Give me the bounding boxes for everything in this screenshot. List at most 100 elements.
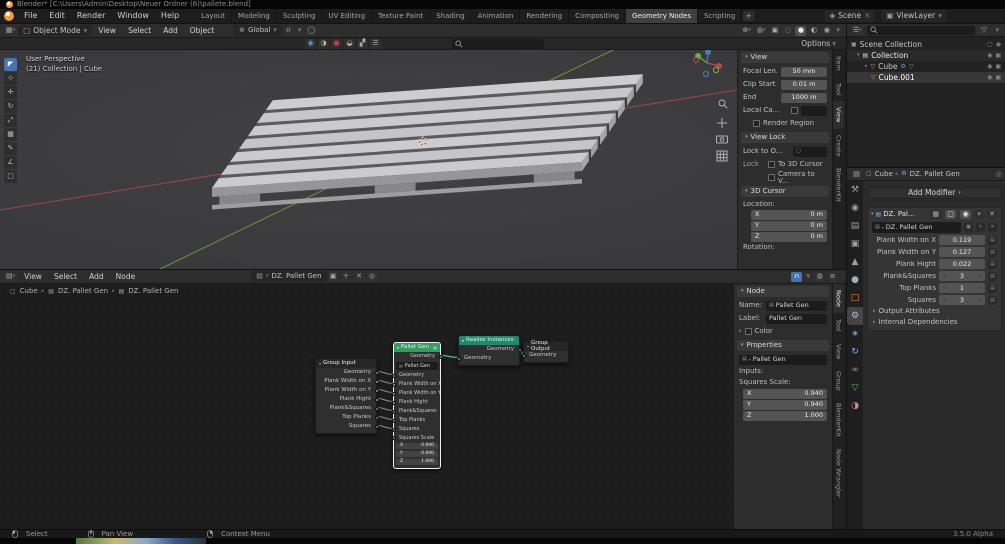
hide-eye-icon[interactable]: ◉ bbox=[987, 52, 992, 59]
viewlayer-tab-icon[interactable]: ▣ bbox=[847, 235, 863, 253]
increment-arrow-icon[interactable]: ▸ bbox=[978, 285, 981, 291]
local-camera-field[interactable] bbox=[801, 105, 827, 116]
decrement-arrow-icon[interactable]: ◂ bbox=[943, 297, 946, 303]
fake-user-shield-icon[interactable]: ▣ bbox=[964, 223, 973, 232]
param-plank-hight-field[interactable]: 0.022 bbox=[939, 259, 985, 269]
material-tab-icon[interactable]: ◑ bbox=[847, 397, 863, 415]
show-overlays-toggle[interactable]: ◍ ▾ bbox=[754, 25, 768, 36]
editor-type-icon[interactable]: ▤ ▾ bbox=[4, 271, 18, 282]
color-checkbox[interactable] bbox=[744, 328, 752, 335]
node-canvas[interactable]: ▢ Cube ▸ ▤ DZ. Pallet Gen ▸ ▤ DZ. Pallet… bbox=[0, 284, 846, 530]
workspace-tab-layout[interactable]: Layout bbox=[195, 9, 232, 23]
pin-icon[interactable]: ◎ bbox=[996, 170, 1002, 178]
node-menu-select[interactable]: Select bbox=[48, 270, 83, 283]
node-group-output[interactable]: ▾ Group Output Geometry bbox=[521, 340, 569, 363]
tool-cursor[interactable]: ⊹ bbox=[4, 72, 17, 85]
workspace-tab-shading[interactable]: Shading bbox=[430, 9, 472, 23]
viewport-menu-add[interactable]: Add bbox=[157, 24, 184, 37]
workspace-tab-modeling[interactable]: Modeling bbox=[232, 9, 277, 23]
breadcrumb-object[interactable]: Cube bbox=[875, 170, 893, 178]
tab-view[interactable]: View bbox=[833, 338, 844, 365]
shading-dropdown[interactable]: ▾ bbox=[834, 25, 842, 36]
options-icon[interactable]: ☰ bbox=[370, 38, 381, 49]
panel-properties[interactable]: ▾ Properties bbox=[737, 340, 829, 351]
fake-user-shield-icon[interactable]: ▣ bbox=[327, 271, 339, 282]
collapse-arrow-icon[interactable]: ▸ bbox=[739, 329, 742, 334]
hide-eye-icon[interactable]: ◉ bbox=[987, 74, 992, 81]
edit-mode-toggle-icon[interactable]: ▦ bbox=[930, 210, 942, 219]
expand-arrow-icon[interactable]: ▾ bbox=[857, 53, 860, 58]
local-camera-checkbox[interactable] bbox=[791, 107, 798, 114]
tool-move[interactable]: ✛ bbox=[4, 86, 17, 99]
physics-tab-icon[interactable]: ↻ bbox=[847, 343, 863, 361]
proportional-edit-icon[interactable]: ◯ bbox=[305, 25, 318, 36]
tool-tab-icon[interactable]: ⚒ bbox=[847, 181, 863, 199]
tab-blenderkit[interactable]: BlenderKit bbox=[833, 397, 844, 443]
menu-file[interactable]: File bbox=[18, 9, 43, 23]
cursor-x-field[interactable]: X0 m bbox=[751, 209, 827, 220]
show-gizmo-toggle[interactable]: ⊕ ▾ bbox=[740, 25, 753, 36]
extras-dropdown-icon[interactable]: ▾ bbox=[975, 210, 984, 219]
tool-scale[interactable]: ⤢ bbox=[4, 114, 17, 127]
viewport-menu-view[interactable]: View bbox=[92, 24, 122, 37]
render-visibility-icon[interactable]: ▣ bbox=[995, 52, 1001, 59]
orbit-gizmo-icon[interactable]: ◉ bbox=[305, 38, 316, 49]
render-visibility-icon[interactable]: ▣ bbox=[995, 63, 1001, 70]
workspace-tab-rendering[interactable]: Rendering bbox=[520, 9, 570, 23]
workspace-tab-sculpting[interactable]: Sculpting bbox=[277, 9, 323, 23]
socket-float-out[interactable] bbox=[374, 388, 379, 393]
outliner-search-input[interactable] bbox=[866, 25, 976, 35]
tab-create[interactable]: Create bbox=[833, 129, 844, 163]
object-data-tab-icon[interactable]: ▽ bbox=[847, 379, 863, 397]
lock-3d-cursor-checkbox[interactable] bbox=[767, 161, 775, 168]
socket-vector-in[interactable] bbox=[391, 436, 396, 440]
collapse-arrow-icon[interactable]: ▾ bbox=[462, 338, 464, 343]
add-workspace-button[interactable]: + bbox=[743, 11, 755, 21]
socket-geometry-out[interactable] bbox=[438, 354, 443, 359]
param-squares-field[interactable]: ◂ 3 ▸ bbox=[939, 295, 985, 305]
workspace-tab-geometry-nodes[interactable]: Geometry Nodes bbox=[625, 9, 699, 23]
vector-y-field[interactable]: Y 0.940 bbox=[396, 451, 438, 457]
outliner-row-cube[interactable]: ▸ ▽ Cube ⚙ ▽ ◉ ▣ bbox=[847, 61, 1005, 72]
tool-add-cube[interactable]: ▢ bbox=[4, 170, 17, 183]
blender-logo[interactable] bbox=[0, 11, 18, 21]
focal-length-field[interactable]: 50 mm bbox=[781, 66, 827, 77]
node-realize-instances[interactable]: ▾ Realize Instances Geometry Geometry bbox=[456, 335, 522, 366]
new-datablock-icon[interactable]: ＋ bbox=[976, 223, 985, 232]
paint-mask-icon[interactable]: ◑ bbox=[318, 38, 329, 49]
render-region-checkbox[interactable] bbox=[753, 120, 760, 127]
cursor-z-field[interactable]: Z0 m bbox=[751, 231, 827, 242]
editor-type-icon[interactable]: ☰ ▾ bbox=[851, 25, 864, 35]
editor-type-icon[interactable]: ▤ bbox=[851, 169, 862, 179]
modifier-tab-icon[interactable]: ⚙ bbox=[847, 307, 863, 325]
socket-int-in[interactable] bbox=[391, 427, 396, 432]
cursor-y-field[interactable]: Y0 m bbox=[751, 220, 827, 231]
viewport-canvas[interactable]: User Perspective (21) Collection | Cube … bbox=[0, 50, 846, 269]
realtime-toggle-icon[interactable]: ▢ bbox=[945, 210, 957, 219]
socket-float-in[interactable] bbox=[391, 391, 396, 396]
increment-arrow-icon[interactable]: ▸ bbox=[978, 273, 981, 279]
output-attributes-panel[interactable]: ▸ Output Attributes bbox=[868, 306, 1001, 317]
scale-x-field[interactable]: X 0.940 bbox=[743, 388, 827, 399]
internal-dependencies-panel[interactable]: ▸ Internal Dependencies bbox=[868, 317, 1001, 328]
param-plank-width-y-field[interactable]: 0.127 bbox=[939, 247, 985, 257]
lock-to-object-field[interactable]: ▢ bbox=[793, 146, 827, 157]
add-modifier-button[interactable]: Add Modifier ▾ bbox=[867, 187, 1002, 199]
socket-geometry-out[interactable] bbox=[374, 370, 379, 375]
render-toggle-icon[interactable]: ◉ bbox=[960, 210, 972, 219]
node-pallet-gen-group[interactable]: ▾ Pallet Gen ▤ Geometry ▤ Pallet Gen Geomet… bbox=[391, 342, 443, 469]
clip-end-field[interactable]: 1000 m bbox=[781, 92, 827, 103]
outliner-row-cube-001[interactable]: ▽ Cube.001 ◉ ▣ bbox=[847, 72, 1005, 83]
decrement-arrow-icon[interactable]: ◂ bbox=[943, 285, 946, 291]
tool-measure[interactable]: ∠ bbox=[4, 156, 17, 169]
node-menu-node[interactable]: Node bbox=[110, 270, 142, 283]
socket-int-out[interactable] bbox=[374, 415, 379, 420]
breadcrumb-modifier[interactable]: DZ. Pallet Gen bbox=[910, 170, 960, 178]
unlink-icon[interactable]: ✕ bbox=[988, 223, 997, 232]
render-visibility-icon[interactable]: ◉ bbox=[996, 41, 1001, 48]
mode-dropdown[interactable]: ▢ Object Mode ▾ bbox=[18, 25, 93, 36]
node-menu-add[interactable]: Add bbox=[83, 270, 110, 283]
tab-group[interactable]: Group bbox=[833, 365, 844, 397]
render-tab-icon[interactable]: ◉ bbox=[847, 199, 863, 217]
node-group-input[interactable]: ▾ Group Input Geometry Plank Width on X P… bbox=[315, 358, 379, 434]
